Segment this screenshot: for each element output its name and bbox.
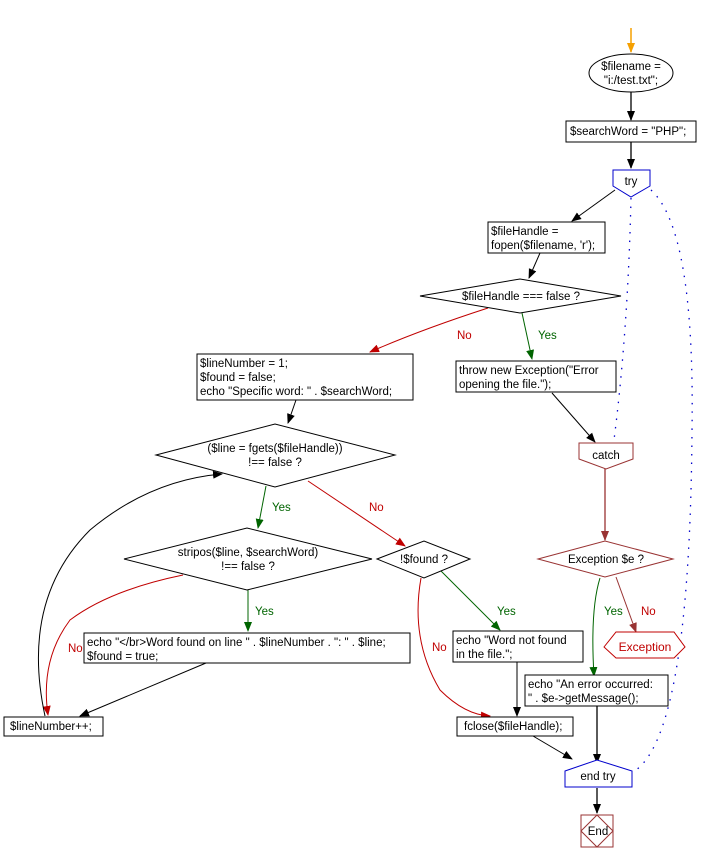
label-stripos-no: No bbox=[68, 643, 83, 655]
node-error-echo-line-2: " . $e->getMessage(); bbox=[528, 693, 639, 705]
node-fclose-text: fclose($fileHandle); bbox=[464, 721, 562, 733]
label-not-found-yes: Yes bbox=[497, 606, 516, 618]
node-stripos-line-2: !== false ? bbox=[221, 561, 275, 573]
node-end-try-text: end try bbox=[580, 771, 615, 783]
node-throw-line-1: throw new Exception("Error bbox=[459, 365, 599, 377]
edge-fopen-to-check bbox=[528, 252, 541, 279]
node-error-echo-line-1: echo "An error occurred: bbox=[528, 679, 653, 691]
node-fgets-line-1: ($line = fgets($fileHandle)) bbox=[207, 443, 342, 455]
node-start-line-2: "i:/test.txt"; bbox=[604, 75, 658, 87]
node-not-found-echo: echo "Word not found in the file."; bbox=[452, 630, 584, 663]
edge-loop-back bbox=[37, 470, 223, 717]
label-check-no: No bbox=[457, 330, 472, 342]
edge-fclose-to-endtry bbox=[532, 735, 573, 760]
label-fgets-no: No bbox=[369, 502, 384, 514]
node-exception-check: Exception $e ? bbox=[536, 540, 675, 578]
node-start: $filename = "i:/test.txt"; bbox=[588, 53, 674, 93]
node-check-handle-text: $fileHandle === false ? bbox=[462, 291, 580, 303]
edge-try-to-fopen bbox=[571, 189, 616, 222]
edge-exception-no bbox=[615, 576, 637, 633]
node-increment: $lineNumber++; bbox=[3, 716, 104, 737]
node-fopen: $fileHandle = fopen($filename, 'r'); bbox=[487, 221, 606, 254]
node-throw-line-2: opening the file."); bbox=[459, 379, 551, 391]
label-stripos-yes: Yes bbox=[255, 606, 274, 618]
node-try: try bbox=[612, 169, 651, 198]
node-found-echo-line-2: $found = true; bbox=[87, 651, 158, 663]
edge-exception-yes bbox=[589, 577, 601, 677]
node-stripos: stripos($line, $searchWord) !== false ? bbox=[123, 527, 373, 591]
label-exception-no: No bbox=[641, 606, 656, 618]
node-search-word: $searchWord = "PHP"; bbox=[565, 120, 697, 143]
node-init-line-1: $lineNumber = 1; bbox=[200, 358, 288, 370]
node-fopen-line-2: fopen($filename, 'r'); bbox=[491, 240, 595, 252]
edge-found-to-increment bbox=[79, 662, 207, 717]
edge-throw-to-catch bbox=[551, 392, 596, 443]
node-error-echo: echo "An error occurred: " . $e->getMess… bbox=[524, 674, 669, 707]
node-init-line-3: echo "Specific word: " . $searchWord; bbox=[200, 386, 392, 398]
node-try-text: try bbox=[625, 176, 638, 188]
node-fopen-line-1: $fileHandle = bbox=[491, 226, 559, 238]
label-fgets-yes: Yes bbox=[272, 502, 291, 514]
node-init-line-2: $found = false; bbox=[200, 372, 276, 384]
node-end: End bbox=[580, 814, 614, 848]
node-not-found-echo-line-1: echo "Word not found bbox=[456, 635, 567, 647]
node-exception-out-text: Exception bbox=[619, 640, 672, 654]
flowchart: $filename = "i:/test.txt"; $searchWord =… bbox=[3, 28, 697, 848]
edge-init-to-fgets bbox=[287, 399, 297, 424]
node-catch: catch bbox=[578, 442, 634, 470]
node-found-echo: echo "</br>Word found on line " . $lineN… bbox=[83, 632, 411, 664]
node-fgets-line-2: !== false ? bbox=[248, 457, 302, 469]
node-fgets-loop: ($line = fgets($fileHandle)) !== false ? bbox=[154, 423, 397, 488]
node-end-try: end try bbox=[564, 759, 633, 788]
node-exception-check-text: Exception $e ? bbox=[568, 554, 644, 566]
node-not-found-echo-line-2: in the file."; bbox=[456, 649, 513, 661]
node-start-line-1: $filename = bbox=[601, 61, 661, 73]
node-exception-out: Exception bbox=[603, 631, 686, 659]
node-not-found-check-text: !$found ? bbox=[400, 554, 448, 566]
edge-notfound-yes bbox=[439, 569, 501, 631]
label-exception-yes: Yes bbox=[604, 606, 623, 618]
node-init: $lineNumber = 1; $found = false; echo "S… bbox=[196, 353, 414, 401]
node-end-text: End bbox=[588, 826, 608, 838]
label-not-found-no: No bbox=[432, 642, 447, 654]
node-search-word-text: $searchWord = "PHP"; bbox=[570, 126, 686, 138]
node-check-handle: $fileHandle === false ? bbox=[419, 278, 622, 314]
node-increment-text: $lineNumber++; bbox=[10, 721, 92, 733]
node-catch-text: catch bbox=[592, 450, 620, 462]
label-check-yes: Yes bbox=[538, 330, 557, 342]
node-found-echo-line-1: echo "</br>Word found on line " . $lineN… bbox=[87, 637, 386, 649]
edge-fgets-yes bbox=[255, 485, 267, 529]
edge-fgets-no bbox=[307, 480, 406, 547]
node-fclose: fclose($fileHandle); bbox=[456, 716, 574, 737]
node-throw: throw new Exception("Error opening the f… bbox=[455, 360, 617, 393]
edge-try-to-catch-dotted bbox=[613, 197, 632, 441]
node-stripos-line-1: stripos($line, $searchWord) bbox=[178, 547, 319, 559]
node-not-found-check: !$found ? bbox=[375, 540, 472, 579]
edge-check-yes bbox=[521, 312, 534, 360]
